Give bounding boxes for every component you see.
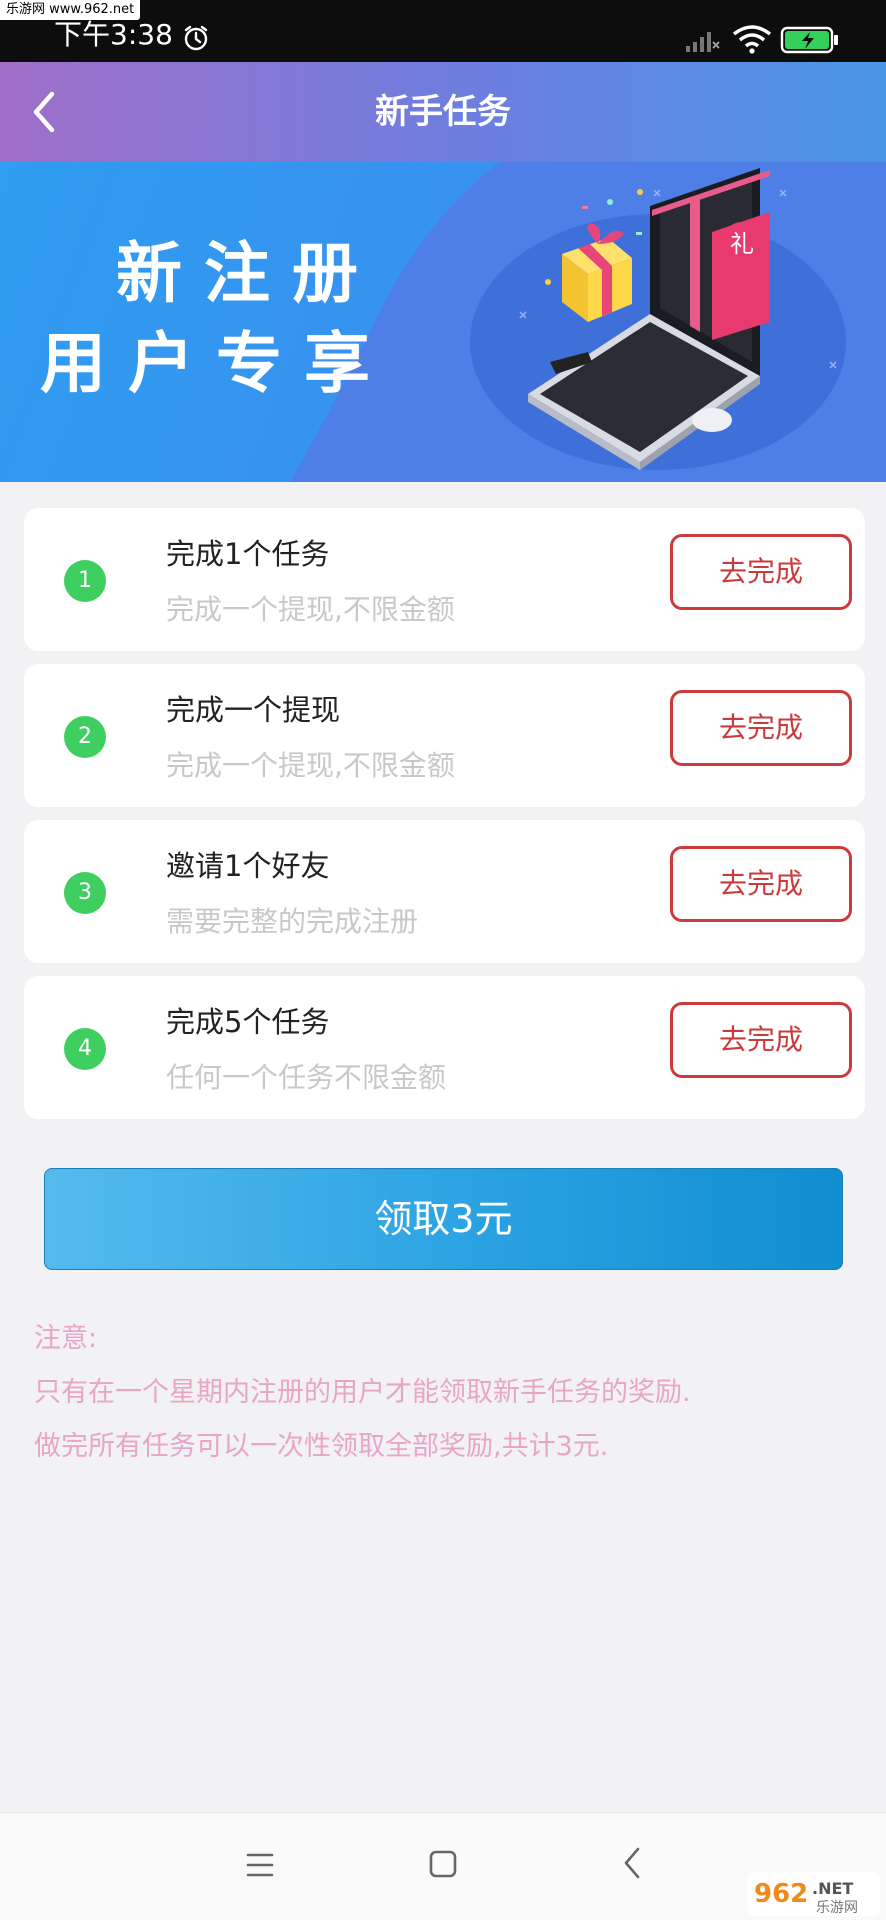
task-card: 3 邀请1个好友 需要完整的完成注册 去完成 <box>24 820 865 963</box>
task-number-badge: 1 <box>64 560 106 602</box>
task-number-badge: 4 <box>64 1028 106 1070</box>
menu-icon[interactable] <box>246 1845 274 1885</box>
app-header: 新手任务 <box>0 62 886 162</box>
watermark-brand: 962 <box>754 1879 808 1909</box>
site-watermark: 乐游网 www.962.net <box>0 0 141 20</box>
go-complete-button[interactable]: 去完成 <box>670 534 852 610</box>
battery-icon <box>780 26 838 54</box>
banner-illustration: 礼 <box>290 162 886 482</box>
promo-banner: 礼 新注册 用户专享 <box>0 162 886 482</box>
task-card: 2 完成一个提现 完成一个提现,不限金额 去完成 <box>24 664 865 807</box>
site-logo-watermark: 962 .NET 乐游网 <box>748 1872 880 1916</box>
notice-line-2: 做完所有任务可以一次性领取全部奖励,共计3元. <box>34 1431 609 1462</box>
watermark-sub: 乐游网 <box>816 1900 858 1916</box>
task-title: 完成1个任务 <box>166 537 330 571</box>
signal-icon <box>686 32 720 52</box>
task-card: 1 完成1个任务 完成一个提现,不限金额 去完成 <box>24 508 865 651</box>
gift-card-label: 礼 <box>730 230 754 258</box>
alarm-icon <box>184 25 208 51</box>
page-title: 新手任务 <box>375 92 511 132</box>
task-title: 邀请1个好友 <box>166 849 330 883</box>
notice-line-1: 只有在一个星期内注册的用户才能领取新手任务的奖励. <box>34 1377 691 1408</box>
task-description: 需要完整的完成注册 <box>166 905 419 938</box>
claim-reward-button[interactable]: 领取3元 <box>44 1168 843 1270</box>
task-description: 任何一个任务不限金额 <box>166 1061 447 1094</box>
banner-headline-1: 新注册 <box>116 235 380 312</box>
home-icon[interactable] <box>428 1849 458 1879</box>
banner-headline-2: 用户专享 <box>40 325 392 402</box>
task-description: 完成一个提现,不限金额 <box>166 749 455 782</box>
go-complete-button[interactable]: 去完成 <box>670 1002 852 1078</box>
notice-heading: 注意: <box>34 1323 98 1354</box>
task-description: 完成一个提现,不限金额 <box>166 593 455 626</box>
status-bar: 乐游网 www.962.net 下午3:38 <box>0 0 886 62</box>
go-complete-button[interactable]: 去完成 <box>670 846 852 922</box>
wifi-icon <box>732 25 772 54</box>
task-number-badge: 2 <box>64 716 106 758</box>
go-complete-button[interactable]: 去完成 <box>670 690 852 766</box>
watermark-suffix: .NET <box>812 1879 853 1898</box>
status-time: 下午3:38 <box>54 18 173 51</box>
notice-section: 注意: 只有在一个星期内注册的用户才能领取新手任务的奖励. 做完所有任务可以一次… <box>34 1312 854 1474</box>
task-title: 完成一个提现 <box>166 693 341 727</box>
task-number-badge: 3 <box>64 872 106 914</box>
nav-back-icon[interactable] <box>620 1843 644 1883</box>
task-card: 4 完成5个任务 任何一个任务不限金额 去完成 <box>24 976 865 1119</box>
task-title: 完成5个任务 <box>166 1005 330 1039</box>
